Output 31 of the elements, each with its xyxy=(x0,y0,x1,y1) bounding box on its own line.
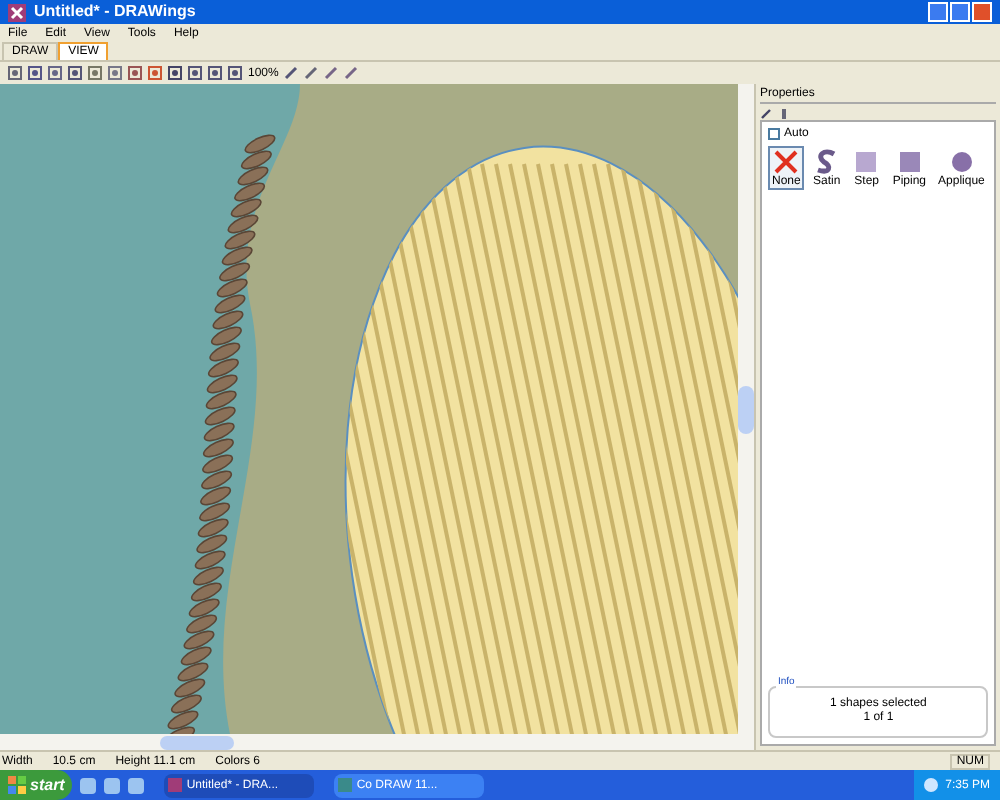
minimize-button[interactable] xyxy=(928,2,948,22)
close-button[interactable] xyxy=(972,2,992,22)
square-icon xyxy=(852,148,881,176)
restore-button[interactable] xyxy=(950,2,970,22)
app-icon xyxy=(168,778,183,792)
toolbar-icon[interactable] xyxy=(8,66,22,80)
toolbar-icon[interactable] xyxy=(188,66,202,80)
cross-icon xyxy=(772,148,801,176)
toolbar-icon[interactable] xyxy=(68,66,82,80)
toolbar-icon[interactable] xyxy=(28,66,42,80)
circle-icon xyxy=(947,148,976,176)
toolbar-icon[interactable] xyxy=(208,66,222,80)
square-icon xyxy=(895,148,924,176)
vertical-scrollbar[interactable] xyxy=(738,84,754,734)
toolbar-icon[interactable] xyxy=(128,66,142,80)
app-icon xyxy=(338,778,353,792)
window-title: Untitled* - DRAWings xyxy=(34,4,196,20)
auto-checkbox[interactable] xyxy=(768,128,780,140)
toolbar-icon[interactable] xyxy=(148,66,162,80)
embroidery-canvas-drawing[interactable] xyxy=(0,84,738,734)
horizontal-scrollbar[interactable] xyxy=(0,734,754,750)
network-icon[interactable] xyxy=(923,778,938,792)
toolbar-icon[interactable] xyxy=(228,66,242,80)
toolbar-icon[interactable] xyxy=(48,66,62,80)
toolbar-icon[interactable] xyxy=(108,66,122,80)
start-button[interactable]: start xyxy=(0,770,73,800)
app-icon xyxy=(8,3,26,21)
toolbar-icon[interactable] xyxy=(168,66,182,80)
s-letter-icon xyxy=(812,148,841,176)
windows-logo xyxy=(8,776,26,794)
toolbar-icon[interactable] xyxy=(88,66,102,80)
